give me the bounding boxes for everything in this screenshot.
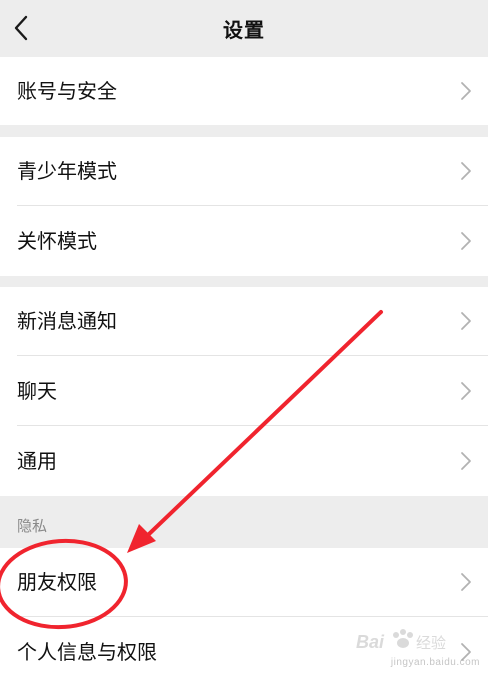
menu-item-label: 新消息通知	[17, 309, 117, 333]
menu-item-general[interactable]: 通用	[0, 427, 488, 496]
menu-item-chat[interactable]: 聊天	[0, 357, 488, 426]
row-divider	[17, 205, 488, 206]
general-group: 新消息通知 聊天 通用	[0, 287, 488, 496]
row-divider	[17, 425, 488, 426]
privacy-group: 朋友权限 个人信息与权限	[0, 548, 488, 676]
row-divider	[17, 616, 488, 617]
chevron-right-icon	[461, 643, 471, 661]
menu-item-label: 聊天	[17, 379, 57, 403]
page-title: 设置	[223, 18, 265, 42]
chevron-right-icon	[461, 573, 471, 591]
chevron-right-icon	[461, 232, 471, 250]
nav-bar: 设置	[0, 0, 488, 58]
menu-item-label: 朋友权限	[17, 570, 97, 594]
settings-screen: 设置 账号与安全 青少年模式 关怀模式 新消息通知 聊天 通用 隐私 朋友权限 …	[0, 0, 488, 676]
menu-item-label: 通用	[17, 449, 57, 473]
chevron-right-icon	[461, 452, 471, 470]
chevron-right-icon	[461, 382, 471, 400]
menu-item-label: 账号与安全	[17, 79, 117, 103]
menu-item-personal-info-permissions[interactable]: 个人信息与权限	[0, 618, 488, 676]
chevron-right-icon	[461, 312, 471, 330]
chevron-right-icon	[461, 162, 471, 180]
menu-item-label: 个人信息与权限	[17, 640, 157, 664]
menu-item-label: 关怀模式	[17, 229, 97, 253]
menu-item-teen-mode[interactable]: 青少年模式	[0, 137, 488, 206]
section-header-privacy: 隐私	[17, 517, 48, 535]
row-divider	[17, 355, 488, 356]
account-group: 账号与安全	[0, 57, 488, 125]
menu-item-care-mode[interactable]: 关怀模式	[0, 207, 488, 276]
menu-item-label: 青少年模式	[17, 159, 117, 183]
menu-item-account-security[interactable]: 账号与安全	[0, 57, 488, 125]
chevron-right-icon	[461, 82, 471, 100]
modes-group: 青少年模式 关怀模式	[0, 137, 488, 276]
menu-item-friend-permissions[interactable]: 朋友权限	[0, 548, 488, 617]
menu-item-notifications[interactable]: 新消息通知	[0, 287, 488, 356]
